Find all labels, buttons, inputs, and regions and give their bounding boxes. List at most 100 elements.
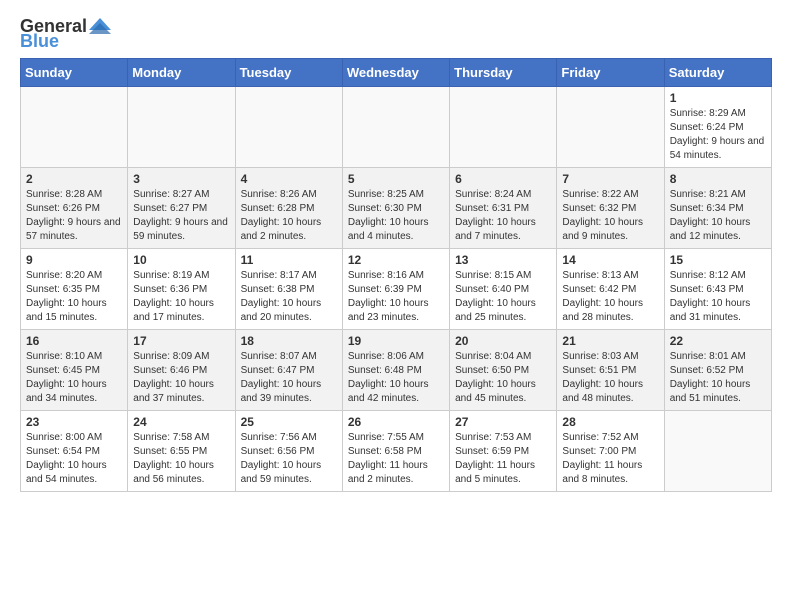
day-number: 14 <box>562 253 658 267</box>
week-row-2: 9 Sunrise: 8:20 AM Sunset: 6:35 PM Daylig… <box>21 249 772 330</box>
day-info: Sunrise: 8:01 AM Sunset: 6:52 PM Dayligh… <box>670 350 766 406</box>
day-number: 4 <box>241 172 337 186</box>
calendar-cell: 3 Sunrise: 8:27 AM Sunset: 6:27 PM Daylig… <box>128 168 235 249</box>
calendar-cell <box>21 87 128 168</box>
calendar-cell: 1 Sunrise: 8:29 AM Sunset: 6:24 PM Daylig… <box>664 87 771 168</box>
calendar-cell: 17 Sunrise: 8:09 AM Sunset: 6:46 PM Dayli… <box>128 330 235 411</box>
day-number: 23 <box>26 415 122 429</box>
day-info: Sunrise: 8:13 AM Sunset: 6:42 PM Dayligh… <box>562 269 658 325</box>
day-number: 25 <box>241 415 337 429</box>
calendar-cell: 14 Sunrise: 8:13 AM Sunset: 6:42 PM Dayli… <box>557 249 664 330</box>
day-number: 17 <box>133 334 229 348</box>
day-info: Sunrise: 7:52 AM Sunset: 7:00 PM Dayligh… <box>562 431 658 487</box>
calendar-table: SundayMondayTuesdayWednesdayThursdayFrid… <box>20 58 772 492</box>
logo-blue: Blue <box>20 32 59 50</box>
calendar-cell: 24 Sunrise: 7:58 AM Sunset: 6:55 PM Dayli… <box>128 411 235 492</box>
weekday-header-tuesday: Tuesday <box>235 59 342 87</box>
weekday-header-monday: Monday <box>128 59 235 87</box>
calendar-cell: 15Sunrise: 8:12 AM Sunset: 6:43 PM Dayli… <box>664 249 771 330</box>
logo: General Blue <box>20 16 111 50</box>
header: General Blue <box>20 16 772 50</box>
day-number: 9 <box>26 253 122 267</box>
calendar-cell: 22 Sunrise: 8:01 AM Sunset: 6:52 PM Dayli… <box>664 330 771 411</box>
day-info: Sunrise: 8:04 AM Sunset: 6:50 PM Dayligh… <box>455 350 551 406</box>
day-number: 19 <box>348 334 444 348</box>
day-info: Sunrise: 7:56 AM Sunset: 6:56 PM Dayligh… <box>241 431 337 487</box>
day-info: Sunrise: 8:19 AM Sunset: 6:36 PM Dayligh… <box>133 269 229 325</box>
day-info: Sunrise: 8:26 AM Sunset: 6:28 PM Dayligh… <box>241 188 337 244</box>
weekday-header-wednesday: Wednesday <box>342 59 449 87</box>
day-number: 5 <box>348 172 444 186</box>
weekday-header-saturday: Saturday <box>664 59 771 87</box>
week-row-3: 16 Sunrise: 8:10 AM Sunset: 6:45 PM Dayli… <box>21 330 772 411</box>
calendar-cell: 12 Sunrise: 8:16 AM Sunset: 6:39 PM Dayli… <box>342 249 449 330</box>
day-info: Sunrise: 8:16 AM Sunset: 6:39 PM Dayligh… <box>348 269 444 325</box>
day-info: Sunrise: 8:20 AM Sunset: 6:35 PM Dayligh… <box>26 269 122 325</box>
day-info: Sunrise: 8:15 AM Sunset: 6:40 PM Dayligh… <box>455 269 551 325</box>
calendar-cell: 2 Sunrise: 8:28 AM Sunset: 6:26 PM Daylig… <box>21 168 128 249</box>
calendar-cell: 11Sunrise: 8:17 AM Sunset: 6:38 PM Dayli… <box>235 249 342 330</box>
calendar-cell: 9 Sunrise: 8:20 AM Sunset: 6:35 PM Daylig… <box>21 249 128 330</box>
day-number: 18 <box>241 334 337 348</box>
calendar-cell: 28 Sunrise: 7:52 AM Sunset: 7:00 PM Dayli… <box>557 411 664 492</box>
day-number: 1 <box>670 91 766 105</box>
calendar-cell: 7Sunrise: 8:22 AM Sunset: 6:32 PM Daylig… <box>557 168 664 249</box>
calendar-cell: 13Sunrise: 8:15 AM Sunset: 6:40 PM Dayli… <box>450 249 557 330</box>
calendar-page: General Blue SundayMondayTuesdayWednesda… <box>0 0 792 612</box>
week-row-1: 2 Sunrise: 8:28 AM Sunset: 6:26 PM Daylig… <box>21 168 772 249</box>
logo-icon <box>89 14 111 36</box>
calendar-cell: 6 Sunrise: 8:24 AM Sunset: 6:31 PM Daylig… <box>450 168 557 249</box>
day-info: Sunrise: 8:27 AM Sunset: 6:27 PM Dayligh… <box>133 188 229 244</box>
day-number: 15 <box>670 253 766 267</box>
day-number: 26 <box>348 415 444 429</box>
calendar-cell <box>557 87 664 168</box>
day-info: Sunrise: 7:53 AM Sunset: 6:59 PM Dayligh… <box>455 431 551 487</box>
weekday-header-sunday: Sunday <box>21 59 128 87</box>
day-info: Sunrise: 8:28 AM Sunset: 6:26 PM Dayligh… <box>26 188 122 244</box>
day-number: 16 <box>26 334 122 348</box>
calendar-cell: 16 Sunrise: 8:10 AM Sunset: 6:45 PM Dayli… <box>21 330 128 411</box>
calendar-cell: 10Sunrise: 8:19 AM Sunset: 6:36 PM Dayli… <box>128 249 235 330</box>
calendar-cell: 23 Sunrise: 8:00 AM Sunset: 6:54 PM Dayli… <box>21 411 128 492</box>
calendar-cell: 5 Sunrise: 8:25 AM Sunset: 6:30 PM Daylig… <box>342 168 449 249</box>
day-number: 21 <box>562 334 658 348</box>
day-info: Sunrise: 8:29 AM Sunset: 6:24 PM Dayligh… <box>670 107 766 163</box>
day-number: 28 <box>562 415 658 429</box>
calendar-cell <box>128 87 235 168</box>
calendar-cell: 20 Sunrise: 8:04 AM Sunset: 6:50 PM Dayli… <box>450 330 557 411</box>
calendar-cell <box>450 87 557 168</box>
calendar-cell <box>664 411 771 492</box>
calendar-cell: 18 Sunrise: 8:07 AM Sunset: 6:47 PM Dayli… <box>235 330 342 411</box>
day-number: 8 <box>670 172 766 186</box>
day-info: Sunrise: 8:25 AM Sunset: 6:30 PM Dayligh… <box>348 188 444 244</box>
day-info: Sunrise: 8:06 AM Sunset: 6:48 PM Dayligh… <box>348 350 444 406</box>
day-number: 27 <box>455 415 551 429</box>
calendar-cell <box>342 87 449 168</box>
weekday-header-row: SundayMondayTuesdayWednesdayThursdayFrid… <box>21 59 772 87</box>
day-info: Sunrise: 8:24 AM Sunset: 6:31 PM Dayligh… <box>455 188 551 244</box>
day-number: 3 <box>133 172 229 186</box>
day-info: Sunrise: 8:21 AM Sunset: 6:34 PM Dayligh… <box>670 188 766 244</box>
day-info: Sunrise: 7:58 AM Sunset: 6:55 PM Dayligh… <box>133 431 229 487</box>
day-info: Sunrise: 8:09 AM Sunset: 6:46 PM Dayligh… <box>133 350 229 406</box>
day-info: Sunrise: 8:03 AM Sunset: 6:51 PM Dayligh… <box>562 350 658 406</box>
day-info: Sunrise: 8:07 AM Sunset: 6:47 PM Dayligh… <box>241 350 337 406</box>
day-info: Sunrise: 8:00 AM Sunset: 6:54 PM Dayligh… <box>26 431 122 487</box>
day-info: Sunrise: 7:55 AM Sunset: 6:58 PM Dayligh… <box>348 431 444 487</box>
day-number: 20 <box>455 334 551 348</box>
week-row-0: 1 Sunrise: 8:29 AM Sunset: 6:24 PM Daylig… <box>21 87 772 168</box>
calendar-cell: 27 Sunrise: 7:53 AM Sunset: 6:59 PM Dayli… <box>450 411 557 492</box>
day-number: 12 <box>348 253 444 267</box>
calendar-cell: 26 Sunrise: 7:55 AM Sunset: 6:58 PM Dayli… <box>342 411 449 492</box>
calendar-cell: 4 Sunrise: 8:26 AM Sunset: 6:28 PM Daylig… <box>235 168 342 249</box>
weekday-header-thursday: Thursday <box>450 59 557 87</box>
day-number: 24 <box>133 415 229 429</box>
calendar-cell: 25 Sunrise: 7:56 AM Sunset: 6:56 PM Dayli… <box>235 411 342 492</box>
day-info: Sunrise: 8:17 AM Sunset: 6:38 PM Dayligh… <box>241 269 337 325</box>
calendar-cell <box>235 87 342 168</box>
day-info: Sunrise: 8:10 AM Sunset: 6:45 PM Dayligh… <box>26 350 122 406</box>
day-number: 22 <box>670 334 766 348</box>
day-number: 2 <box>26 172 122 186</box>
day-number: 6 <box>455 172 551 186</box>
calendar-cell: 8 Sunrise: 8:21 AM Sunset: 6:34 PM Daylig… <box>664 168 771 249</box>
